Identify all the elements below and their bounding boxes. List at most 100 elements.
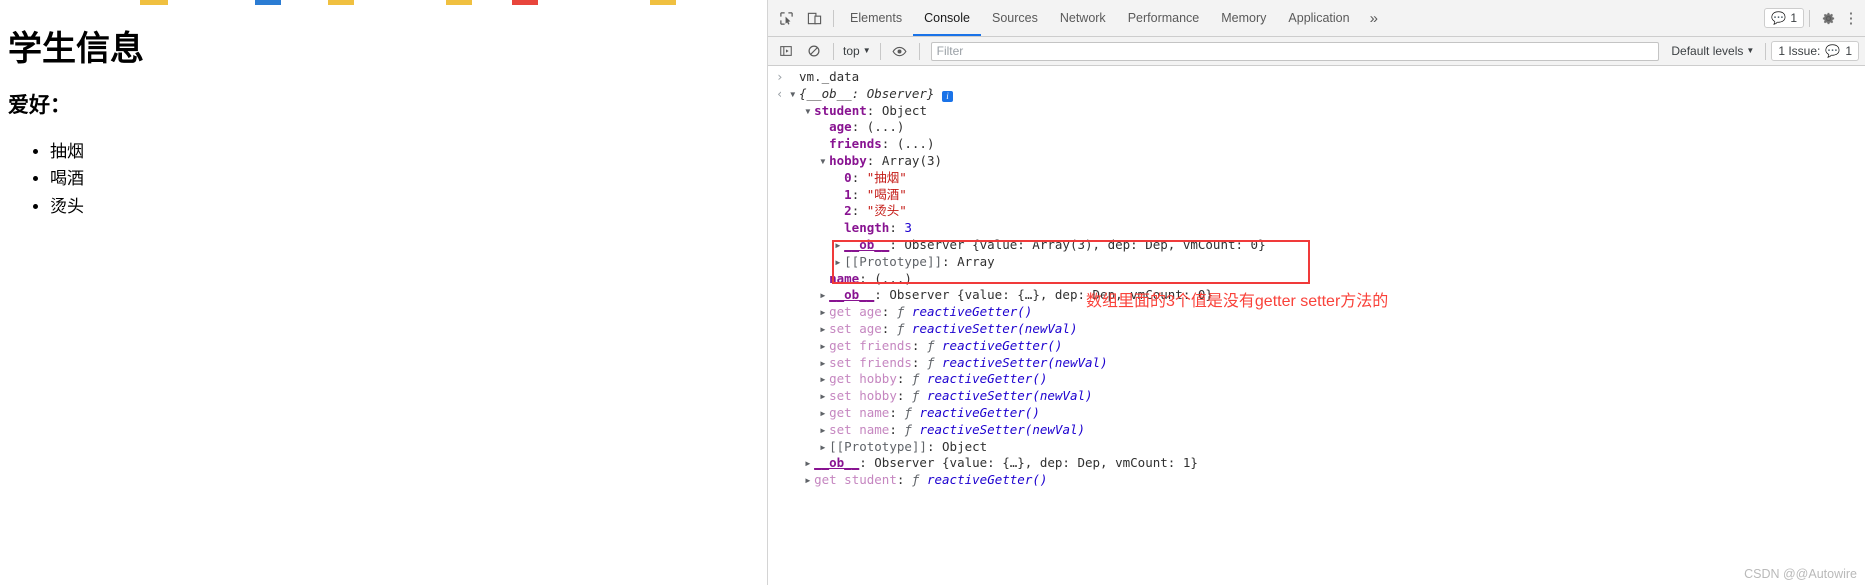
console-line[interactable]: ▸ get friends: ƒ reactiveGetter() xyxy=(768,338,1865,355)
console-line[interactable]: friends: (...) xyxy=(768,136,1865,153)
device-toolbar-icon[interactable] xyxy=(800,5,828,31)
console-line[interactable]: ▸ __ob__: Observer {value: Array(3), dep:… xyxy=(768,237,1865,254)
key-value-separator: : xyxy=(881,320,897,336)
toolbar-divider xyxy=(918,42,920,60)
console-line[interactable]: ▸ [[Prototype]]: Array xyxy=(768,254,1865,271)
tab-memory[interactable]: Memory xyxy=(1210,0,1277,36)
tab-elements[interactable]: Elements xyxy=(839,0,913,36)
console-line[interactable]: ▾ student: Object xyxy=(768,103,1865,120)
console-sidebar-icon[interactable] xyxy=(772,38,800,64)
log-level-selector[interactable]: Default levels ▼ xyxy=(1665,44,1760,58)
key-value-separator: : xyxy=(859,455,875,471)
tab-color-mark xyxy=(650,0,676,5)
issues-label: 1 Issue: xyxy=(1778,44,1821,58)
console-line[interactable]: age: (...) xyxy=(768,119,1865,136)
console-line[interactable]: ▸ set friends: ƒ reactiveSetter(newVal) xyxy=(768,355,1865,372)
tab-performance[interactable]: Performance xyxy=(1117,0,1211,36)
tab-sources[interactable]: Sources xyxy=(981,0,1049,36)
console-line[interactable]: ▸ __ob__: Observer {value: {…}, dep: Dep,… xyxy=(768,455,1865,472)
tab-color-mark xyxy=(328,0,354,5)
console-line[interactable]: length: 3 xyxy=(768,220,1865,237)
inspect-element-icon[interactable] xyxy=(772,5,800,31)
console-line[interactable]: › vm._data xyxy=(768,69,1865,86)
disclosure-triangle-collapsed[interactable]: ▸ xyxy=(834,237,844,254)
property-value: (...) xyxy=(896,136,935,152)
console-line[interactable]: ▾ hobby: Array(3) xyxy=(768,153,1865,170)
array-item-value: "喝酒" xyxy=(866,186,907,202)
console-line[interactable]: name: (...) xyxy=(768,271,1865,288)
clear-console-icon[interactable] xyxy=(800,38,828,64)
console-filter-input[interactable]: Filter xyxy=(930,41,1660,61)
tab-console[interactable]: Console xyxy=(913,0,981,36)
disclosure-triangle-collapsed[interactable]: ▸ xyxy=(804,472,814,489)
devtools-panel: Elements Console Sources Network Performance… xyxy=(768,0,1865,585)
gutter-spacer xyxy=(776,455,789,472)
console-line[interactable]: ▸ [[Prototype]]: Object xyxy=(768,439,1865,456)
tab-color-mark xyxy=(140,0,168,5)
tab-application[interactable]: Application xyxy=(1277,0,1360,36)
gutter-spacer xyxy=(776,388,789,405)
disclosure-triangle-collapsed[interactable]: ▸ xyxy=(819,287,829,304)
live-expression-eye-icon[interactable] xyxy=(886,38,914,64)
disclosure-triangle-collapsed[interactable]: ▸ xyxy=(804,455,814,472)
gutter-spacer xyxy=(776,237,789,254)
disclosure-triangle-collapsed[interactable]: ▸ xyxy=(819,388,829,405)
accessor-key: set friends xyxy=(829,354,912,370)
property-value: Object xyxy=(942,438,988,454)
property-value: Object xyxy=(881,102,927,118)
execution-context-selector[interactable]: top ▼ xyxy=(839,44,875,58)
disclosure-triangle-expanded[interactable]: ▾ xyxy=(804,103,814,120)
gutter-spacer xyxy=(776,203,789,220)
console-line[interactable]: ‹ ▾ {__ob__: Observer} i xyxy=(768,86,1865,103)
more-tabs-button[interactable]: » xyxy=(1361,10,1387,27)
disclosure-triangle-collapsed[interactable]: ▸ xyxy=(834,254,844,271)
console-line[interactable]: ▸ set hobby: ƒ reactiveSetter(newVal) xyxy=(768,388,1865,405)
property-key: student xyxy=(814,102,867,118)
message-count-badge[interactable]: 💬 1 xyxy=(1764,8,1804,28)
console-line[interactable]: ▸ get name: ƒ reactiveGetter() xyxy=(768,405,1865,422)
console-line[interactable]: 0: "抽烟" xyxy=(768,170,1865,187)
tab-network[interactable]: Network xyxy=(1049,0,1117,36)
console-line[interactable]: ▸ get student: ƒ reactiveGetter() xyxy=(768,472,1865,489)
disclosure-triangle-expanded[interactable]: ▾ xyxy=(819,153,829,170)
function-value: reactiveGetter() xyxy=(911,304,1033,320)
more-options-icon[interactable]: ⋮ xyxy=(1841,5,1861,31)
disclosure-triangle-collapsed[interactable]: ▸ xyxy=(819,355,829,372)
array-index-key: 0 xyxy=(844,169,852,185)
key-value-separator: : xyxy=(851,119,867,135)
disclosure-triangle-collapsed[interactable]: ▸ xyxy=(819,338,829,355)
disclosure-triangle-collapsed[interactable]: ▸ xyxy=(819,422,829,439)
gutter-spacer xyxy=(776,338,789,355)
console-output[interactable]: › vm._data ‹ ▾ {__ob__: Observer} i ▾ studen… xyxy=(768,66,1865,585)
disclosure-triangle-collapsed[interactable]: ▸ xyxy=(819,405,829,422)
accessor-key: set name xyxy=(829,421,890,437)
gutter-spacer xyxy=(776,119,789,136)
disclosure-triangle-expanded[interactable]: ▾ xyxy=(789,86,799,103)
disclosure-triangle-collapsed[interactable]: ▸ xyxy=(819,321,829,338)
function-value: reactiveGetter() xyxy=(919,404,1040,420)
disclosure-triangle-collapsed[interactable]: ▸ xyxy=(819,371,829,388)
info-icon[interactable]: i xyxy=(942,90,953,102)
console-line[interactable]: 2: "烫头" xyxy=(768,203,1865,220)
message-icon: 💬 xyxy=(1771,11,1787,25)
console-line[interactable]: ▸ set age: ƒ reactiveSetter(newVal) xyxy=(768,321,1865,338)
tab-color-mark xyxy=(512,0,538,5)
function-marker: ƒ xyxy=(911,371,927,387)
issues-button[interactable]: 1 Issue: 💬 1 xyxy=(1771,41,1859,61)
chevron-down-icon: ▼ xyxy=(862,45,871,55)
toolbar-divider xyxy=(1809,9,1810,27)
console-line[interactable]: 1: "喝酒" xyxy=(768,187,1865,204)
disclosure-triangle-collapsed[interactable]: ▸ xyxy=(819,439,829,456)
console-line[interactable]: ▸ get hobby: ƒ reactiveGetter() xyxy=(768,371,1865,388)
console-line[interactable]: ▸ set name: ƒ reactiveSetter(newVal) xyxy=(768,422,1865,439)
disclosure-triangle-collapsed[interactable]: ▸ xyxy=(819,304,829,321)
gutter-spacer xyxy=(776,170,789,187)
gear-icon[interactable] xyxy=(1815,5,1841,31)
